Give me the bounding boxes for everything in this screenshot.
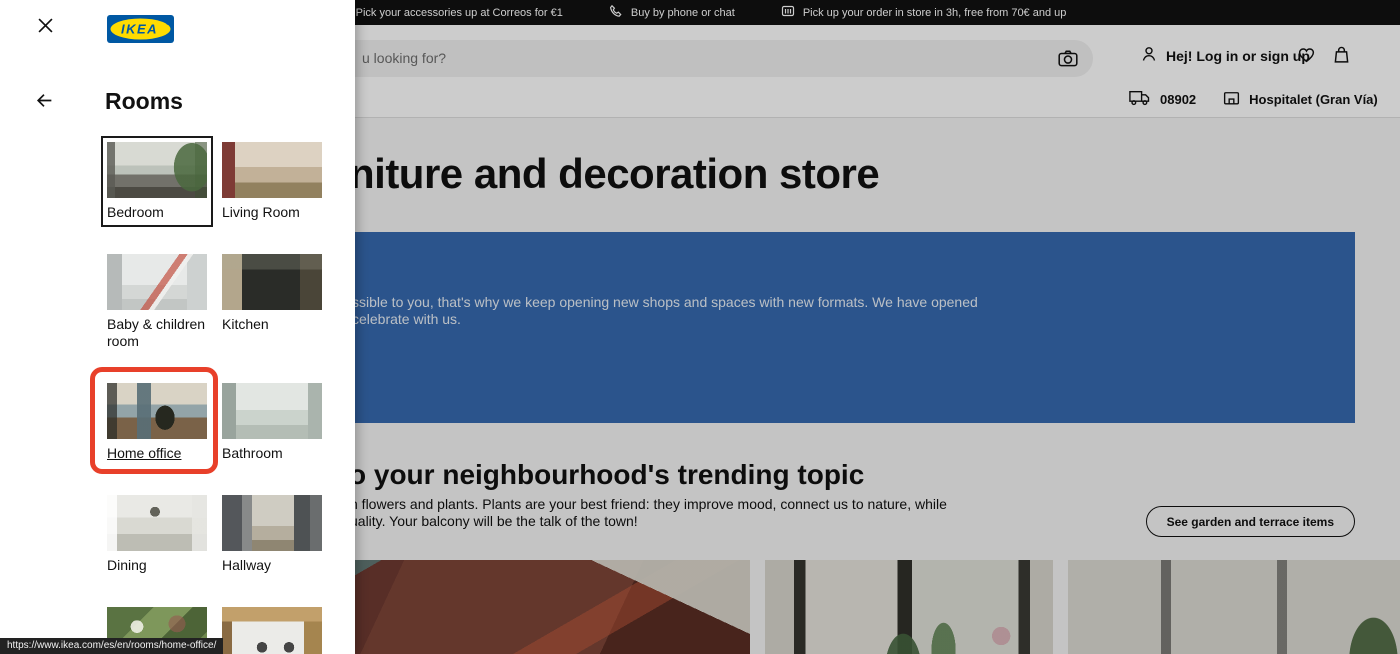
- room-thumbnail: [222, 254, 322, 310]
- room-label: Baby & children room: [107, 316, 207, 350]
- room-item-living-room[interactable]: Living Room: [222, 142, 322, 221]
- browser-status-url: https://www.ikea.com/es/en/rooms/home-of…: [0, 638, 223, 654]
- room-item-laundry[interactable]: [222, 607, 322, 654]
- room-thumbnail: [222, 142, 322, 198]
- room-label: Dining: [107, 557, 207, 574]
- room-thumbnail: [222, 607, 322, 654]
- rooms-grid: Bedroom Living Room Baby & children room…: [107, 142, 322, 654]
- room-label: Home office: [107, 445, 207, 462]
- room-thumbnail: [222, 383, 322, 439]
- room-label: Hallway: [222, 557, 322, 574]
- room-label: Bathroom: [222, 445, 322, 462]
- room-thumbnail: [107, 142, 207, 198]
- room-thumbnail: [107, 383, 207, 439]
- ikea-logo[interactable]: IKEA ®: [107, 15, 174, 48]
- room-label: Living Room: [222, 204, 322, 221]
- svg-text:®: ®: [166, 20, 170, 27]
- room-item-dining[interactable]: Dining: [107, 495, 207, 574]
- room-item-kitchen[interactable]: Kitchen: [222, 254, 322, 350]
- ikea-rooms-page: Pick your accessories up at Correos for …: [0, 0, 1400, 654]
- room-thumbnail: [107, 254, 207, 310]
- room-label: Bedroom: [107, 204, 207, 221]
- back-arrow-icon[interactable]: [34, 91, 54, 111]
- rooms-menu-panel: IKEA ® Rooms Bedroom Living Room Baby & …: [0, 0, 355, 654]
- room-item-bedroom[interactable]: Bedroom: [107, 142, 207, 221]
- room-item-bathroom[interactable]: Bathroom: [222, 383, 322, 462]
- room-item-hallway[interactable]: Hallway: [222, 495, 322, 574]
- panel-title: Rooms: [105, 88, 183, 115]
- room-item-home-office[interactable]: Home office: [107, 383, 207, 462]
- room-label: Kitchen: [222, 316, 322, 333]
- room-thumbnail: [107, 495, 207, 551]
- room-item-baby-children-room[interactable]: Baby & children room: [107, 254, 207, 350]
- svg-text:IKEA: IKEA: [121, 22, 158, 37]
- room-thumbnail: [222, 495, 322, 551]
- close-icon[interactable]: [36, 18, 54, 36]
